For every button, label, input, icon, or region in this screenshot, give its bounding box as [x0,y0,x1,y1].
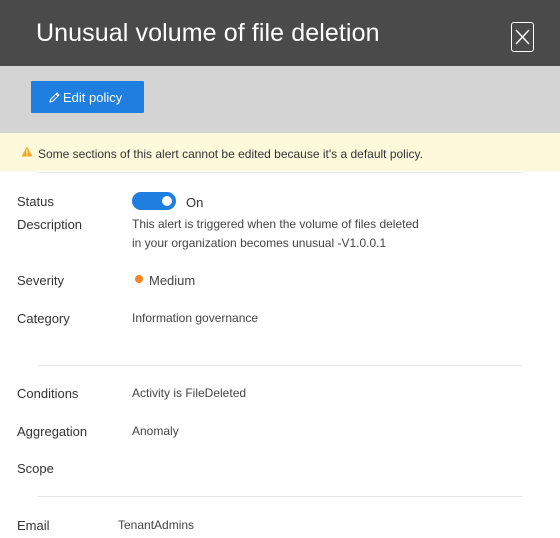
description-line-2: in your organization becomes unusual -V1… [132,236,387,250]
warning-text: Some sections of this alert cannot be ed… [38,147,423,161]
edit-policy-label: Edit policy [63,89,123,105]
panel-header: Unusual volume of file deletion [0,0,560,66]
category-label: Category [17,311,70,326]
close-icon [515,29,530,45]
status-value: On [186,195,204,210]
edit-policy-button[interactable]: Edit policy [31,81,144,113]
status-label: Status [17,194,54,209]
description-label: Description [17,217,83,232]
severity-value: Medium [149,273,196,288]
divider [38,172,522,173]
status-toggle[interactable] [132,192,176,210]
divider [38,496,522,497]
warning-icon [21,146,33,157]
scope-label: Scope [17,461,54,476]
conditions-value: Activity is FileDeleted [132,386,247,400]
email-value: TenantAdmins [118,518,195,532]
toggle-knob [162,196,172,206]
toolbar: Edit policy [0,66,560,133]
description-line-1: This alert is triggered when the volume … [132,217,419,231]
close-button[interactable] [511,22,534,52]
aggregation-value: Anomaly [132,424,179,438]
conditions-label: Conditions [17,386,79,401]
severity-dot [135,275,143,283]
pencil-icon [49,91,60,103]
panel-title: Unusual volume of file deletion [36,19,380,47]
email-label: Email [17,518,50,533]
category-value: Information governance [132,311,259,325]
default-policy-warning: Some sections of this alert cannot be ed… [0,133,560,171]
aggregation-label: Aggregation [17,424,88,439]
divider [38,365,522,366]
severity-label: Severity [17,273,64,288]
